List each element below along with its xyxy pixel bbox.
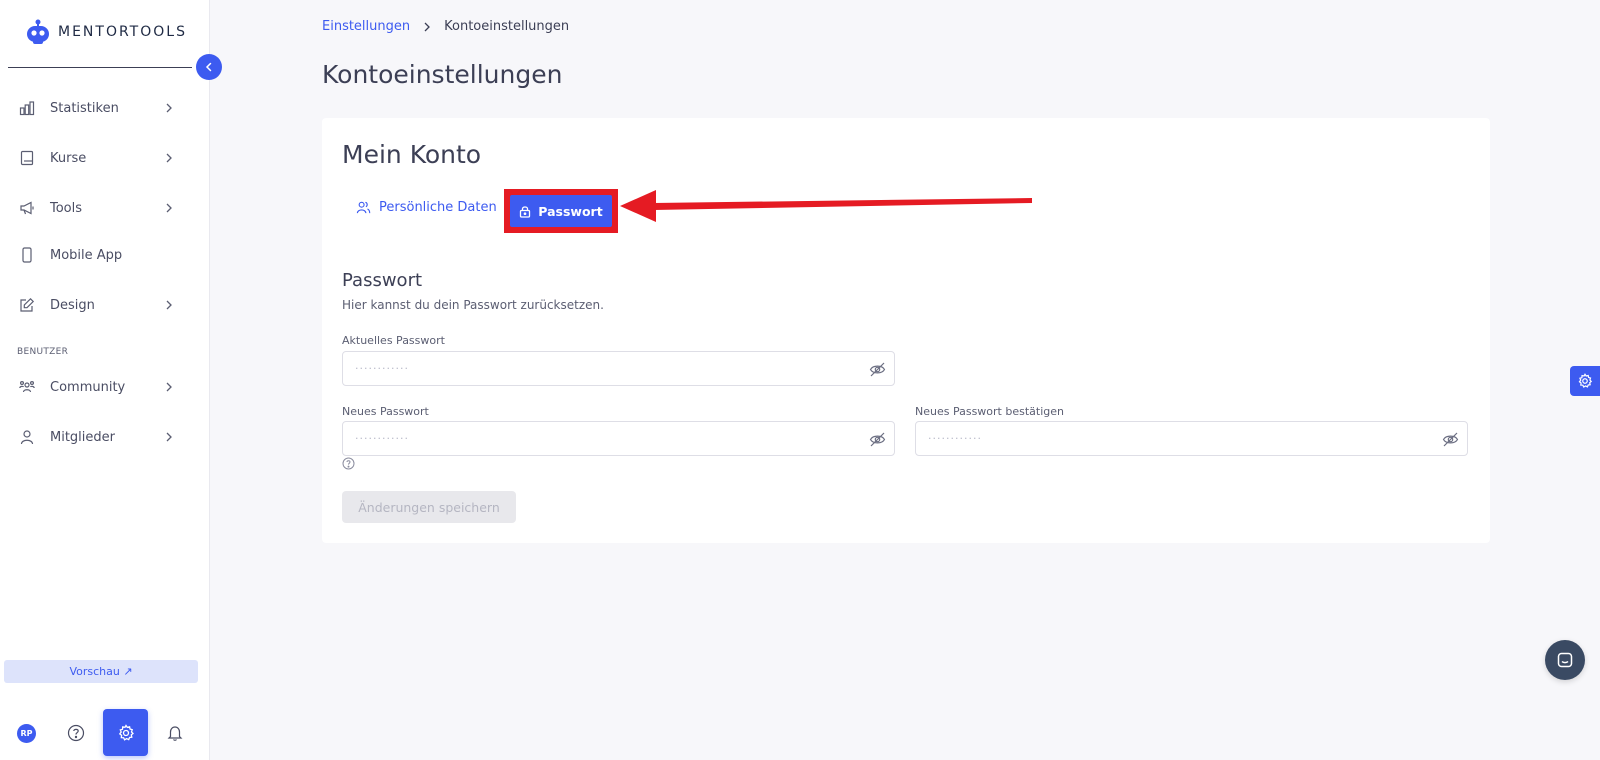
chevron-right-icon	[166, 153, 172, 163]
sidebar-item-mitglieder[interactable]: Mitglieder	[0, 417, 200, 457]
book-icon	[18, 149, 36, 167]
annotation-arrow-icon	[620, 190, 1032, 222]
phone-icon	[18, 246, 36, 264]
chevron-right-icon	[166, 300, 172, 310]
sidebar-item-label: Design	[50, 297, 95, 313]
current-password-input[interactable]	[355, 362, 841, 375]
confirm-password-input[interactable]	[928, 432, 1414, 445]
breadcrumb: Einstellungen Kontoeinstellungen	[322, 19, 569, 34]
megaphone-icon	[18, 199, 36, 217]
current-password-label: Aktuelles Passwort	[342, 334, 445, 347]
eye-off-icon[interactable]	[1442, 431, 1459, 448]
collapse-sidebar-button[interactable]	[196, 54, 222, 80]
brand-logo[interactable]: MENTORTOOLS	[24, 18, 187, 46]
chevron-right-icon	[166, 103, 172, 113]
new-password-field	[342, 421, 895, 456]
chevron-right-icon	[166, 432, 172, 442]
avatar[interactable]: RP	[17, 724, 36, 743]
new-password-input[interactable]	[355, 432, 841, 445]
sidebar-item-community[interactable]: Community	[0, 367, 200, 407]
sidebar-item-label: Mobile App	[50, 247, 123, 263]
chevron-left-icon	[205, 62, 212, 72]
card-title: Mein Konto	[342, 140, 482, 169]
chat-launcher-button[interactable]	[1545, 640, 1585, 680]
current-password-field	[342, 351, 895, 386]
sidebar-item-mobile-app[interactable]: Mobile App	[0, 235, 200, 275]
tab-password[interactable]: Passwort	[510, 195, 612, 227]
lock-icon	[520, 205, 531, 218]
settings-button[interactable]	[103, 709, 148, 756]
sidebar-item-label: Community	[50, 379, 126, 395]
breadcrumb-link-einstellungen[interactable]: Einstellungen	[322, 19, 410, 34]
tab-label: Persönliche Daten	[379, 200, 497, 215]
sidebar-item-label: Statistiken	[50, 100, 119, 116]
tab-personal-data[interactable]: Persönliche Daten	[356, 200, 497, 215]
sidebar-item-tools[interactable]: Tools	[0, 188, 200, 228]
robot-logo-icon	[24, 18, 52, 46]
eye-off-icon[interactable]	[869, 431, 886, 448]
confirm-password-field	[915, 421, 1468, 456]
bell-icon[interactable]	[165, 723, 185, 743]
sidebar-item-design[interactable]: Design	[0, 285, 200, 325]
users-icon	[18, 378, 36, 396]
sidebar-item-kurse[interactable]: Kurse	[0, 138, 200, 178]
chart-icon	[18, 99, 36, 117]
users-icon	[356, 201, 371, 214]
sidebar-item-label: Tools	[50, 200, 83, 216]
preview-button[interactable]: Vorschau ↗	[4, 660, 198, 683]
chevron-right-icon	[422, 21, 432, 33]
page-title: Kontoeinstellungen	[322, 60, 563, 89]
sidebar-item-label: Mitglieder	[50, 429, 115, 445]
chevron-right-icon	[166, 382, 172, 392]
password-help-icon[interactable]	[342, 457, 355, 470]
new-password-label: Neues Passwort	[342, 405, 429, 418]
help-icon[interactable]	[66, 723, 86, 743]
floating-settings-button[interactable]	[1570, 366, 1600, 396]
eye-off-icon[interactable]	[869, 361, 886, 378]
tab-label: Passwort	[538, 203, 603, 219]
confirm-password-label: Neues Passwort bestätigen	[915, 405, 1064, 418]
sidebar-bottom-bar: RP	[0, 708, 210, 760]
edit-icon	[18, 296, 36, 314]
brand-name: MENTORTOOLS	[58, 24, 187, 40]
breadcrumb-current: Kontoeinstellungen	[444, 19, 570, 34]
section-label-benutzer: BENUTZER	[17, 347, 69, 357]
password-section-subtitle: Hier kannst du dein Passwort zurücksetze…	[342, 298, 604, 312]
sidebar-item-statistiken[interactable]: Statistiken	[0, 88, 200, 128]
sidebar-item-label: Kurse	[50, 150, 87, 166]
gear-icon	[1578, 373, 1593, 388]
chat-icon	[1557, 652, 1573, 668]
password-section-title: Passwort	[342, 270, 423, 291]
sidebar: MENTORTOOLS Statistiken Kurse Tools Mobi…	[0, 0, 222, 760]
sidebar-divider	[8, 67, 192, 68]
gear-icon	[118, 723, 134, 741]
account-card: Mein Konto Persönliche Daten Passwort Pa…	[322, 118, 1490, 543]
user-icon	[18, 428, 36, 446]
chevron-right-icon	[166, 203, 172, 213]
save-changes-button[interactable]: Änderungen speichern	[342, 491, 516, 523]
